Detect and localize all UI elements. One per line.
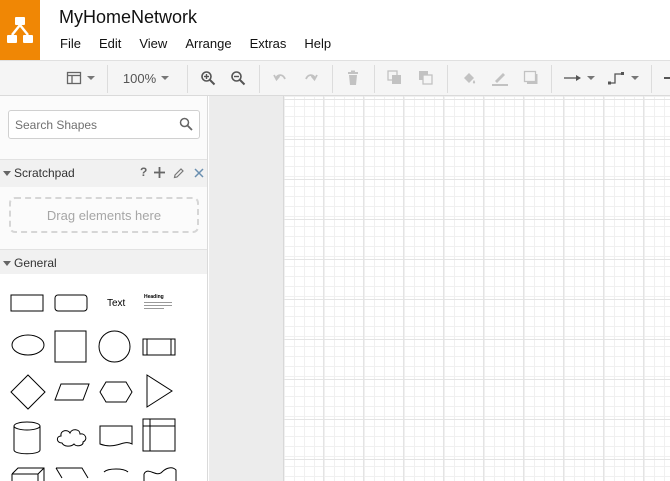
- document-shape[interactable]: [98, 424, 134, 450]
- chevron-down-icon: [161, 76, 170, 80]
- document-title[interactable]: MyHomeNetwork: [59, 7, 197, 28]
- undo-icon: [273, 74, 286, 82]
- zoom-in-icon: [201, 71, 216, 86]
- edit-pencil-icon[interactable]: [173, 167, 185, 179]
- line-color-button[interactable]: [490, 61, 510, 95]
- toolbar-separator: [374, 65, 375, 93]
- help-icon[interactable]: ?: [140, 165, 147, 179]
- textbox-line: [144, 305, 172, 306]
- delete-button[interactable]: [343, 61, 363, 95]
- redo-button[interactable]: [301, 61, 321, 95]
- zoom-select[interactable]: 100%: [116, 61, 176, 95]
- canvas-gutter: [209, 96, 283, 481]
- textbox-shape[interactable]: Heading: [144, 294, 174, 314]
- diagram-canvas[interactable]: [283, 96, 670, 481]
- add-icon[interactable]: [154, 167, 165, 178]
- chevron-down-icon: [586, 76, 595, 80]
- chevron-down-icon: [630, 76, 639, 80]
- delete-icon: [348, 70, 358, 85]
- redo-icon: [305, 74, 318, 82]
- format-panel-button[interactable]: [60, 61, 100, 95]
- to-front-button[interactable]: [385, 61, 405, 95]
- waypoints-icon: [607, 72, 624, 85]
- line-end-icon: [664, 77, 670, 79]
- format-panel-icon: [66, 71, 81, 85]
- app-logo[interactable]: [0, 0, 40, 60]
- drawio-logo-icon: [7, 17, 33, 43]
- toolbar-separator: [187, 65, 188, 93]
- collapse-triangle-icon: [3, 171, 11, 176]
- diamond-shape[interactable]: [10, 374, 46, 410]
- menu-extras[interactable]: Extras: [240, 35, 295, 53]
- toolbar-separator: [551, 65, 552, 93]
- more-toolbar-button[interactable]: [662, 61, 670, 95]
- toolbar-separator: [107, 65, 108, 93]
- rounded-rectangle-shape[interactable]: [54, 294, 88, 312]
- connection-arrow-icon: [563, 75, 581, 81]
- general-shapes-palette: Text Heading: [0, 274, 207, 481]
- internal-storage-shape[interactable]: [142, 418, 176, 452]
- triangle-shape[interactable]: [145, 373, 175, 409]
- square-shape[interactable]: [54, 330, 88, 364]
- waypoints-button[interactable]: [605, 61, 641, 95]
- connection-style-button[interactable]: [561, 61, 597, 95]
- cube-shape[interactable]: [10, 466, 46, 481]
- general-title: General: [14, 256, 57, 270]
- menu-bar: File Edit View Arrange Extras Help: [50, 35, 339, 53]
- toolbar-left-fill: [0, 60, 40, 96]
- scratchpad-title: Scratchpad: [14, 166, 75, 180]
- cylinder-shape[interactable]: [12, 420, 42, 456]
- menu-view[interactable]: View: [129, 35, 175, 53]
- search-box: [8, 110, 200, 139]
- search-input[interactable]: [15, 111, 175, 138]
- menu-file[interactable]: File: [50, 35, 89, 53]
- process-shape[interactable]: [142, 338, 176, 358]
- trapezoid-shape[interactable]: [98, 466, 134, 481]
- close-icon[interactable]: [194, 168, 204, 178]
- textbox-line: [144, 308, 164, 309]
- toolbar-separator: [651, 65, 652, 93]
- tape-shape[interactable]: [142, 464, 178, 481]
- scratchpad-drop-zone[interactable]: Drag elements here: [9, 197, 199, 233]
- shadow-button[interactable]: [521, 61, 541, 95]
- line-color-icon: [492, 73, 508, 86]
- parallelogram-shape[interactable]: [54, 382, 90, 402]
- zoom-out-icon: [231, 71, 246, 86]
- textbox-line: [144, 302, 172, 303]
- search-icon[interactable]: [179, 117, 193, 131]
- zoom-level: 100%: [122, 70, 157, 86]
- toolbar-separator: [259, 65, 260, 93]
- menu-help[interactable]: Help: [294, 35, 339, 53]
- fill-color-button[interactable]: [459, 61, 479, 95]
- circle-shape[interactable]: [98, 330, 132, 364]
- textbox-heading: Heading: [144, 294, 164, 300]
- general-header[interactable]: General: [0, 249, 207, 277]
- step-shape[interactable]: [54, 466, 90, 481]
- canvas-grid: [284, 96, 670, 481]
- to-back-icon: [419, 71, 433, 85]
- zoom-out-button[interactable]: [228, 61, 248, 95]
- shadow-icon: [523, 70, 538, 84]
- collapse-triangle-icon: [3, 261, 11, 266]
- to-back-button[interactable]: [416, 61, 436, 95]
- undo-button[interactable]: [270, 61, 290, 95]
- toolbar-separator: [447, 65, 448, 93]
- fill-color-icon: [464, 73, 476, 84]
- app-window: MyHomeNetwork File Edit View Arrange Ext…: [0, 0, 670, 481]
- toolbar: 100%: [40, 60, 670, 96]
- rectangle-shape[interactable]: [10, 294, 44, 312]
- to-front-icon: [387, 70, 401, 84]
- scratchpad-header[interactable]: Scratchpad ?: [0, 159, 207, 187]
- shapes-sidebar: Scratchpad ? Drag elements here General: [0, 96, 208, 481]
- hexagon-shape[interactable]: [98, 380, 134, 404]
- menu-edit[interactable]: Edit: [89, 35, 129, 53]
- ellipse-shape[interactable]: [10, 332, 46, 358]
- cloud-shape[interactable]: [54, 426, 90, 448]
- text-shape[interactable]: Text: [107, 298, 125, 309]
- zoom-in-button[interactable]: [198, 61, 218, 95]
- menu-arrange[interactable]: Arrange: [175, 35, 239, 53]
- toolbar-separator: [332, 65, 333, 93]
- chevron-down-icon: [86, 76, 95, 80]
